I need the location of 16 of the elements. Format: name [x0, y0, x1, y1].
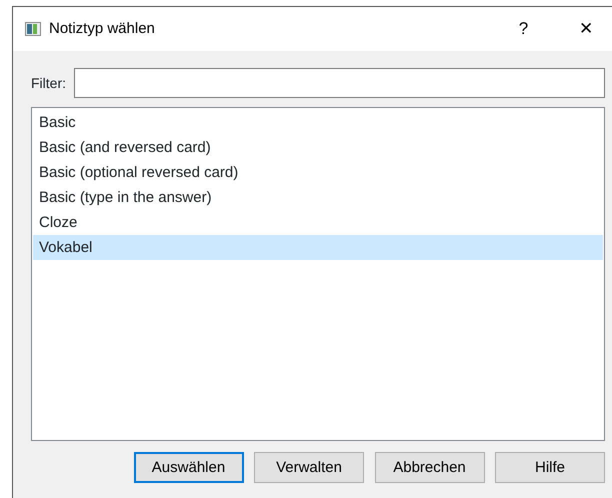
note-type-item[interactable]: Basic (optional reversed card) [33, 160, 603, 185]
close-button[interactable]: ✕ [566, 16, 606, 42]
help-button[interactable]: ? [504, 16, 544, 42]
note-type-item[interactable]: Basic (type in the answer) [33, 185, 603, 210]
dialog-button[interactable]: Auswählen [134, 452, 244, 484]
note-type-item[interactable]: Basic [33, 110, 603, 135]
filter-label: Filter: [31, 74, 66, 92]
filter-field[interactable] [74, 68, 605, 98]
dialog-button[interactable]: Abbrechen [374, 452, 484, 484]
note-type-item[interactable]: Cloze [33, 210, 603, 235]
dialog-button[interactable]: Verwalten [254, 452, 364, 484]
window-icon [25, 22, 41, 36]
dialog-button[interactable]: Hilfe [495, 452, 605, 484]
window-title: Notiztyp wählen [49, 18, 155, 39]
note-type-item[interactable]: Vokabel [33, 235, 603, 260]
note-type-item[interactable]: Basic (and reversed card) [33, 135, 603, 160]
